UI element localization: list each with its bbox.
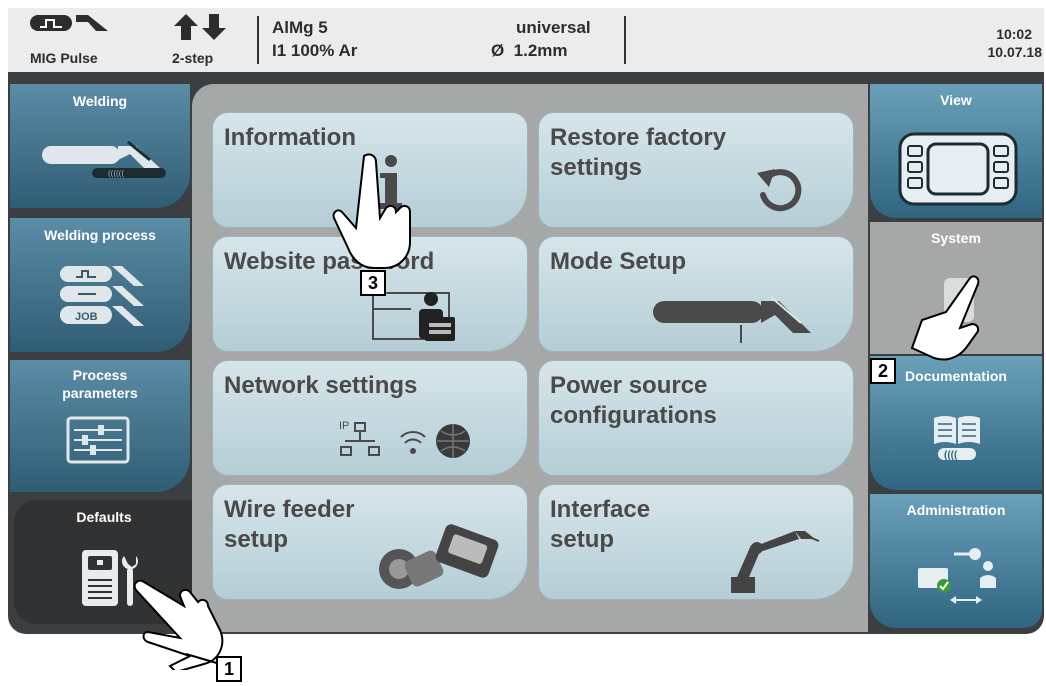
callout-1: 1 bbox=[216, 656, 242, 682]
time-label: 10:02 bbox=[996, 26, 1032, 42]
network-icons: IP bbox=[333, 411, 473, 472]
tile-interface-setup[interactable]: Interface setup bbox=[538, 484, 854, 600]
material-label: AlMg 5 bbox=[272, 18, 328, 37]
robot-arm-icon bbox=[725, 525, 825, 602]
date-label: 10.07.18 bbox=[987, 44, 1043, 60]
svg-text:((((((: (((((( bbox=[108, 169, 124, 178]
nav-process-parameters-label: Process parameters bbox=[62, 367, 138, 401]
tile-wire-feeder-setup[interactable]: Wire feeder setup bbox=[212, 484, 528, 600]
arrows-icon bbox=[174, 12, 226, 47]
process-label: MIG Pulse bbox=[30, 50, 98, 66]
divider bbox=[257, 16, 259, 64]
nav-welding-process[interactable]: Welding process JOB bbox=[10, 218, 190, 352]
manual-book-icon: (((( bbox=[932, 412, 982, 467]
nav-defaults-label: Defaults bbox=[76, 509, 132, 525]
nav-welding[interactable]: Welding (((((( bbox=[10, 84, 190, 208]
divider bbox=[624, 16, 626, 64]
nav-administration[interactable]: Administration bbox=[870, 494, 1042, 628]
tile-power-source-label: Power source configurations bbox=[550, 372, 717, 429]
nav-administration-label: Administration bbox=[906, 502, 1006, 518]
restore-icon bbox=[753, 163, 807, 222]
welding-torch-icon bbox=[651, 293, 821, 354]
status-bar: MIG Pulse 2-step AlMg 5 I1 100% Ar unive… bbox=[8, 8, 1044, 72]
nav-welding-process-label: Welding process bbox=[44, 227, 156, 243]
nav-welding-label: Welding bbox=[72, 93, 128, 109]
callout-3: 3 bbox=[360, 270, 386, 296]
mig-pulse-icon bbox=[30, 13, 108, 38]
wire-diameter-label: Ø 1.2mm bbox=[491, 41, 568, 60]
svg-text:((((: (((( bbox=[944, 450, 958, 461]
gas-label: I1 100% Ar bbox=[272, 41, 358, 60]
tile-network-settings-label: Network settings bbox=[224, 372, 418, 399]
mode-label: 2-step bbox=[172, 50, 214, 66]
nav-system-label: System bbox=[931, 230, 981, 246]
nav-view-label: View bbox=[940, 92, 972, 108]
wire-feeder-icon bbox=[371, 523, 501, 600]
display-view-icon bbox=[898, 132, 1018, 211]
tile-power-source-configurations[interactable]: Power source configurations bbox=[538, 360, 854, 476]
nav-process-parameters[interactable]: Process parameters bbox=[10, 360, 190, 492]
welding-process-icon: JOB bbox=[56, 262, 156, 339]
tile-mode-setup[interactable]: Mode Setup bbox=[538, 236, 854, 352]
hand-pointer-icon bbox=[890, 270, 990, 375]
tile-mode-setup-label: Mode Setup bbox=[550, 248, 686, 275]
tile-network-settings[interactable]: Network settings IP bbox=[212, 360, 528, 476]
hand-pointer-icon bbox=[322, 150, 422, 275]
administration-icon bbox=[914, 538, 1014, 613]
tile-restore-factory-settings[interactable]: Restore factory settings bbox=[538, 112, 854, 228]
characteristic-label: universal bbox=[516, 18, 591, 37]
job-badge: JOB bbox=[75, 311, 98, 323]
ip-label: IP bbox=[339, 420, 349, 432]
nav-view[interactable]: View bbox=[870, 84, 1042, 218]
sliders-icon bbox=[66, 416, 130, 469]
tile-information-label: Information bbox=[224, 124, 356, 151]
welding-torch-icon: (((((( bbox=[40, 132, 170, 187]
website-password-icon bbox=[371, 287, 471, 352]
callout-2: 2 bbox=[870, 358, 896, 384]
